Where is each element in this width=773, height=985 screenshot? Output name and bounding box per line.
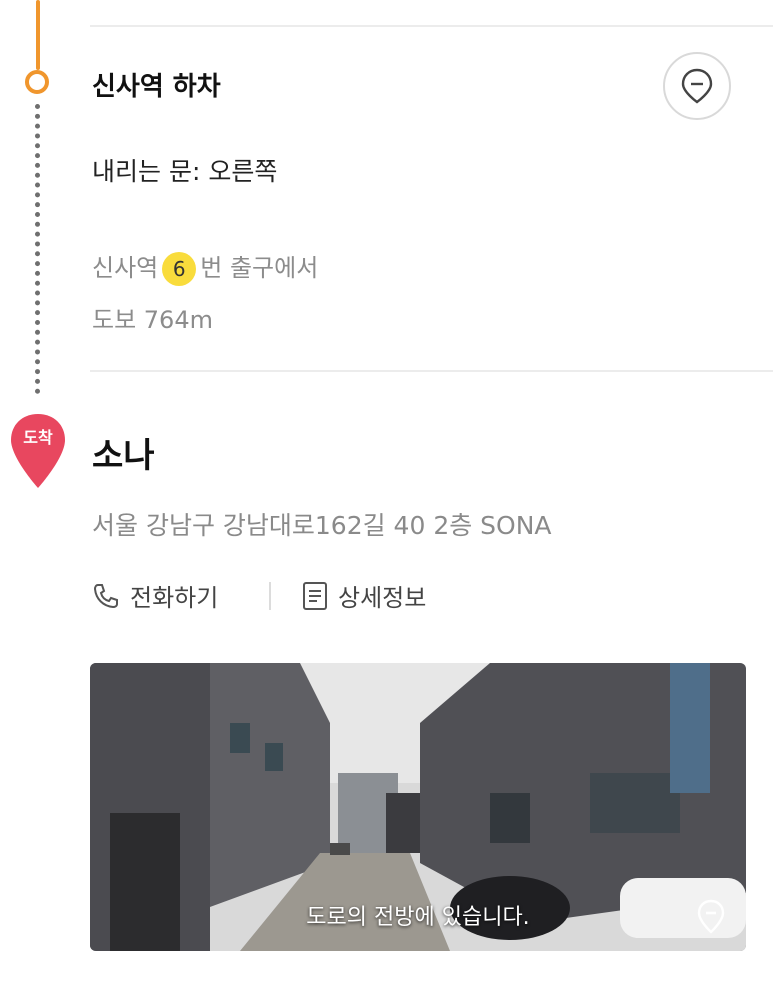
exit-station: 신사역 bbox=[92, 254, 159, 282]
call-label: 전화하기 bbox=[130, 584, 219, 612]
route-line bbox=[36, 0, 40, 70]
destination-address: 서울 강남구 강남대로162길 40 2층 SONA bbox=[92, 511, 552, 540]
step-title: 신사역 하차 bbox=[92, 72, 221, 102]
walk-distance: 도보 764m bbox=[92, 306, 213, 334]
destination-name: 소나 bbox=[92, 436, 155, 476]
exit-number-badge: 6 bbox=[162, 252, 197, 286]
phone-icon bbox=[93, 583, 118, 608]
route-node bbox=[25, 70, 49, 94]
map-pin-button[interactable] bbox=[663, 52, 731, 120]
door-info: 내리는 문: 오른쪽 bbox=[92, 157, 278, 186]
street-view-photo[interactable]: 도로의 전방에 있습니다. bbox=[90, 663, 746, 951]
arrival-badge: 도착 bbox=[23, 428, 53, 447]
exit-info: 신사역 6 번 출구에서 bbox=[92, 248, 318, 286]
action-separator bbox=[269, 582, 271, 610]
walk-path-line bbox=[35, 104, 40, 394]
location-pin-icon bbox=[681, 68, 713, 104]
detail-button[interactable]: 상세정보 bbox=[302, 578, 426, 613]
document-icon bbox=[303, 581, 327, 610]
detail-label: 상세정보 bbox=[338, 584, 427, 612]
exit-suffix: 번 출구에서 bbox=[200, 254, 319, 282]
call-button[interactable]: 전화하기 bbox=[92, 578, 218, 613]
photo-caption: 도로의 전방에 있습니다. bbox=[306, 905, 530, 930]
top-divider bbox=[90, 25, 773, 27]
section-divider bbox=[90, 370, 773, 372]
photo-location-pin-icon bbox=[697, 899, 725, 934]
